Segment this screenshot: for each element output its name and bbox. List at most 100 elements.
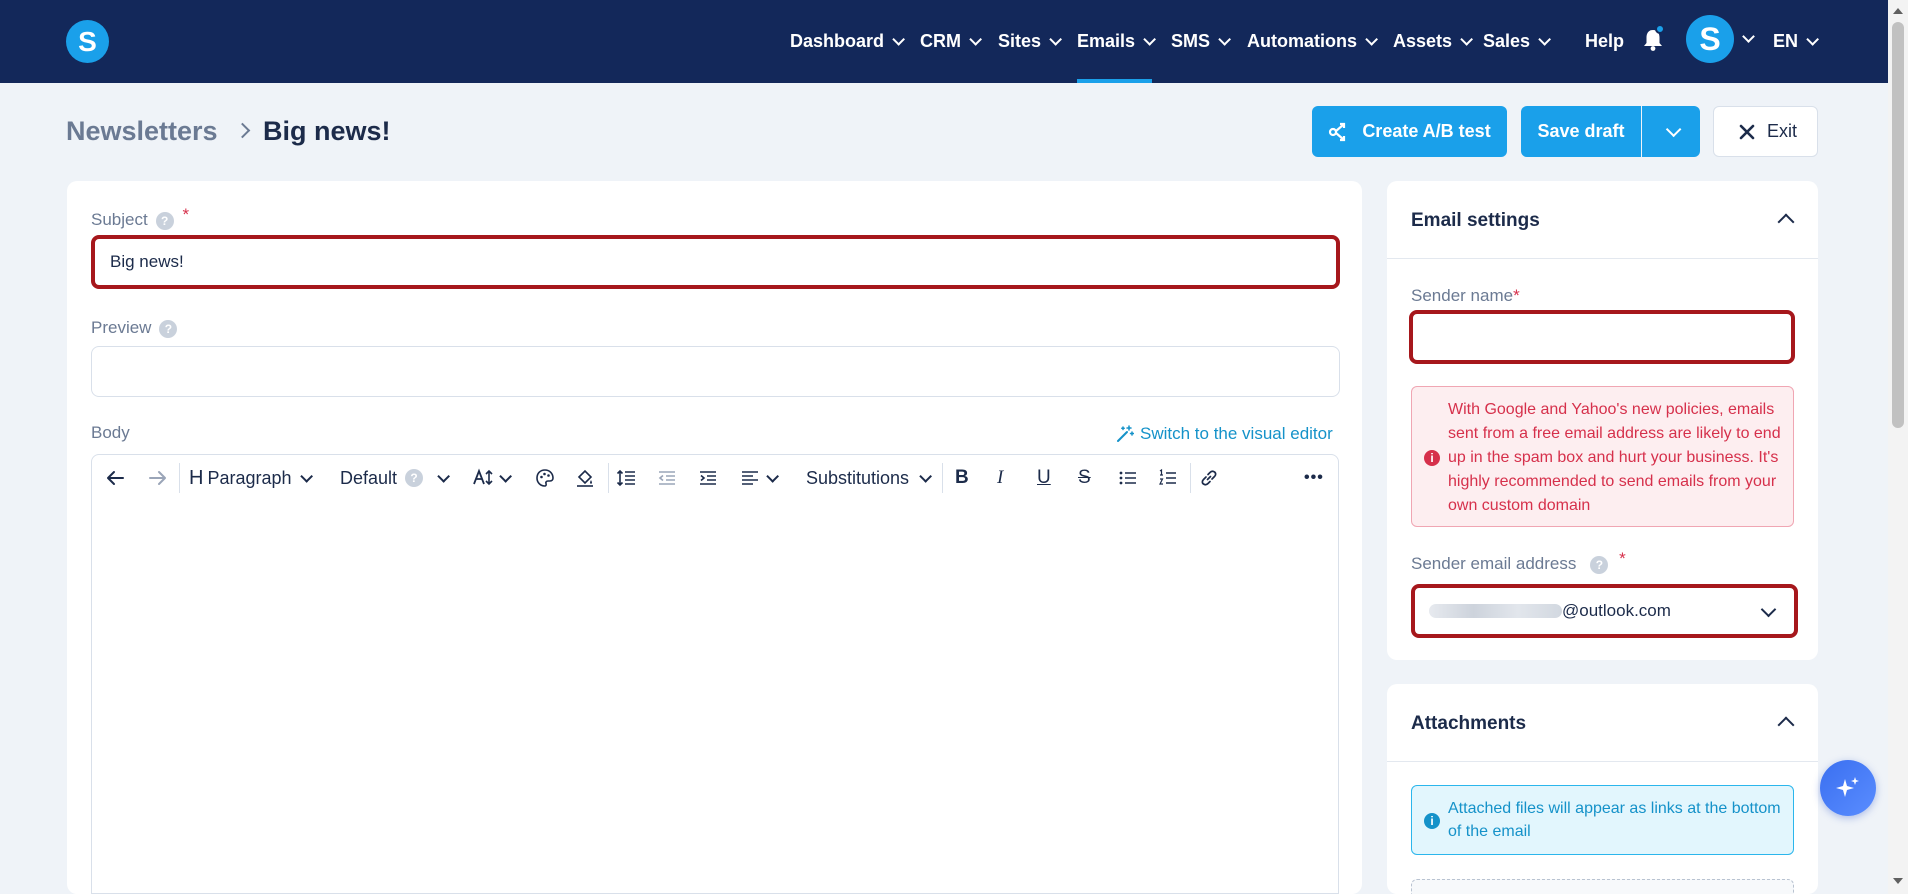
heading-icon: H: [189, 466, 204, 489]
sender-name-label-text: Sender name: [1411, 286, 1514, 305]
insert-link-button[interactable]: [1199, 455, 1219, 501]
attachments-info-alert: i Attached files will appear as links at…: [1411, 785, 1794, 855]
preview-label-text: Preview: [91, 318, 152, 337]
email-body-editor[interactable]: [91, 501, 1339, 894]
sender-name-input[interactable]: [1409, 310, 1795, 364]
font-select[interactable]: Default ?: [340, 455, 451, 501]
align-select[interactable]: [740, 455, 779, 501]
scrollbar-thumb[interactable]: [1892, 22, 1904, 428]
sender-email-select[interactable]: @outlook.com: [1411, 584, 1798, 638]
indent-button[interactable]: [698, 455, 718, 501]
breadcrumb-parent[interactable]: Newsletters: [66, 116, 218, 147]
sender-name-label: Sender name*: [1411, 286, 1520, 306]
nav-assets[interactable]: Assets: [1393, 0, 1474, 83]
italic-button[interactable]: I: [997, 455, 1003, 501]
nav-crm[interactable]: CRM: [920, 0, 982, 83]
substitutions-select[interactable]: Substitutions: [806, 455, 933, 501]
toolbar-divider: [942, 463, 943, 493]
help-icon[interactable]: ?: [1590, 555, 1609, 574]
more-options-button[interactable]: •••: [1304, 455, 1324, 501]
subject-label-text: Subject: [91, 210, 148, 229]
nav-dashboard[interactable]: Dashboard: [790, 0, 906, 83]
exit-button[interactable]: Exit: [1713, 106, 1818, 157]
chevron-down-icon: [299, 469, 313, 483]
create-ab-test-button[interactable]: Create A/B test: [1312, 106, 1507, 157]
numbered-list-button[interactable]: [1158, 455, 1178, 501]
avatar[interactable]: S: [1686, 15, 1734, 63]
sparkles-icon: [1836, 777, 1859, 797]
link-icon: [1201, 470, 1217, 486]
underline-icon: U: [1037, 467, 1051, 488]
editor-toolbar: H Paragraph Default ? Substitutions B I …: [91, 454, 1339, 502]
subject-input[interactable]: Big news!: [91, 235, 1340, 289]
nav-sms-label: SMS: [1171, 31, 1211, 51]
palette-icon: [536, 469, 554, 487]
chevron-down-icon: [437, 469, 451, 483]
scroll-up-arrow-icon[interactable]: [1893, 8, 1903, 14]
toolbar-divider: [1190, 463, 1191, 493]
chevron-down-icon: [1760, 601, 1777, 618]
preview-input[interactable]: [91, 346, 1340, 397]
app-logo[interactable]: S: [66, 20, 109, 63]
preview-label: Preview?: [91, 318, 178, 338]
close-icon: [1739, 124, 1755, 139]
help-icon[interactable]: ?: [405, 469, 424, 487]
block-format-select[interactable]: H Paragraph: [189, 455, 313, 501]
font-size-select[interactable]: [473, 455, 512, 501]
italic-icon: I: [997, 467, 1004, 488]
nav-dashboard-label: Dashboard: [790, 31, 885, 51]
nav-sites[interactable]: Sites: [998, 0, 1063, 83]
undo-button[interactable]: [106, 455, 126, 501]
highlight-button[interactable]: [575, 455, 595, 501]
ab-test-icon: [1329, 122, 1346, 141]
page-title: Big news!: [263, 116, 391, 146]
nav-emails[interactable]: Emails: [1077, 0, 1157, 83]
switch-visual-editor-link[interactable]: Switch to the visual editor: [1116, 424, 1333, 444]
save-draft-button[interactable]: Save draft: [1521, 106, 1641, 157]
chevron-down-icon: [766, 469, 779, 483]
redo-button[interactable]: [147, 455, 167, 501]
nav-sms[interactable]: SMS: [1171, 0, 1232, 83]
attachment-dropzone[interactable]: [1411, 879, 1794, 894]
undo-icon: [107, 471, 124, 485]
font-size-icon: [473, 468, 493, 486]
save-options-dropdown[interactable]: [1642, 106, 1700, 157]
block-format-value: Paragraph: [207, 467, 292, 488]
spam-warning-alert: i With Google and Yahoo's new policies, …: [1411, 386, 1794, 527]
sender-email-domain: @outlook.com: [1562, 601, 1671, 620]
spam-warning-text: With Google and Yahoo's new policies, em…: [1448, 401, 1781, 514]
ai-assistant-button[interactable]: [1820, 760, 1876, 816]
nav-crm-label: CRM: [920, 31, 961, 51]
bullet-list-icon: [1119, 471, 1136, 485]
required-mark: *: [1619, 549, 1626, 568]
substitutions-label: Substitutions: [806, 467, 910, 488]
fill-color-icon: [577, 469, 593, 487]
bold-button[interactable]: B: [955, 455, 969, 501]
text-color-button[interactable]: [535, 455, 555, 501]
redacted-email-local-part: [1429, 604, 1562, 618]
help-icon[interactable]: ?: [155, 211, 174, 230]
bold-icon: B: [955, 467, 969, 488]
outdent-button[interactable]: [657, 455, 677, 501]
save-draft-label: Save draft: [1537, 121, 1625, 141]
chevron-right-icon: [234, 122, 251, 139]
notification-dot: [1655, 24, 1665, 34]
scroll-down-arrow-icon[interactable]: [1893, 878, 1903, 884]
nav-sites-label: Sites: [998, 31, 1042, 51]
nav-sales-label: Sales: [1483, 31, 1531, 51]
body-label: Body: [91, 423, 130, 442]
attachments-title: Attachments: [1411, 713, 1527, 734]
section-divider: [1387, 761, 1818, 762]
nav-sales[interactable]: Sales: [1483, 0, 1552, 83]
strikethrough-button[interactable]: S: [1078, 455, 1091, 501]
language-select[interactable]: EN: [1773, 0, 1820, 83]
help-icon[interactable]: ?: [159, 319, 178, 338]
bullet-list-button[interactable]: [1118, 455, 1138, 501]
underline-button[interactable]: U: [1037, 455, 1051, 501]
subject-label: Subject? *: [91, 205, 189, 230]
nav-help[interactable]: Help: [1585, 0, 1624, 83]
sender-email-label-text: Sender email address: [1411, 554, 1577, 573]
line-height-button[interactable]: [616, 455, 636, 501]
nav-automations[interactable]: Automations: [1247, 0, 1378, 83]
line-height-icon: [616, 469, 635, 487]
